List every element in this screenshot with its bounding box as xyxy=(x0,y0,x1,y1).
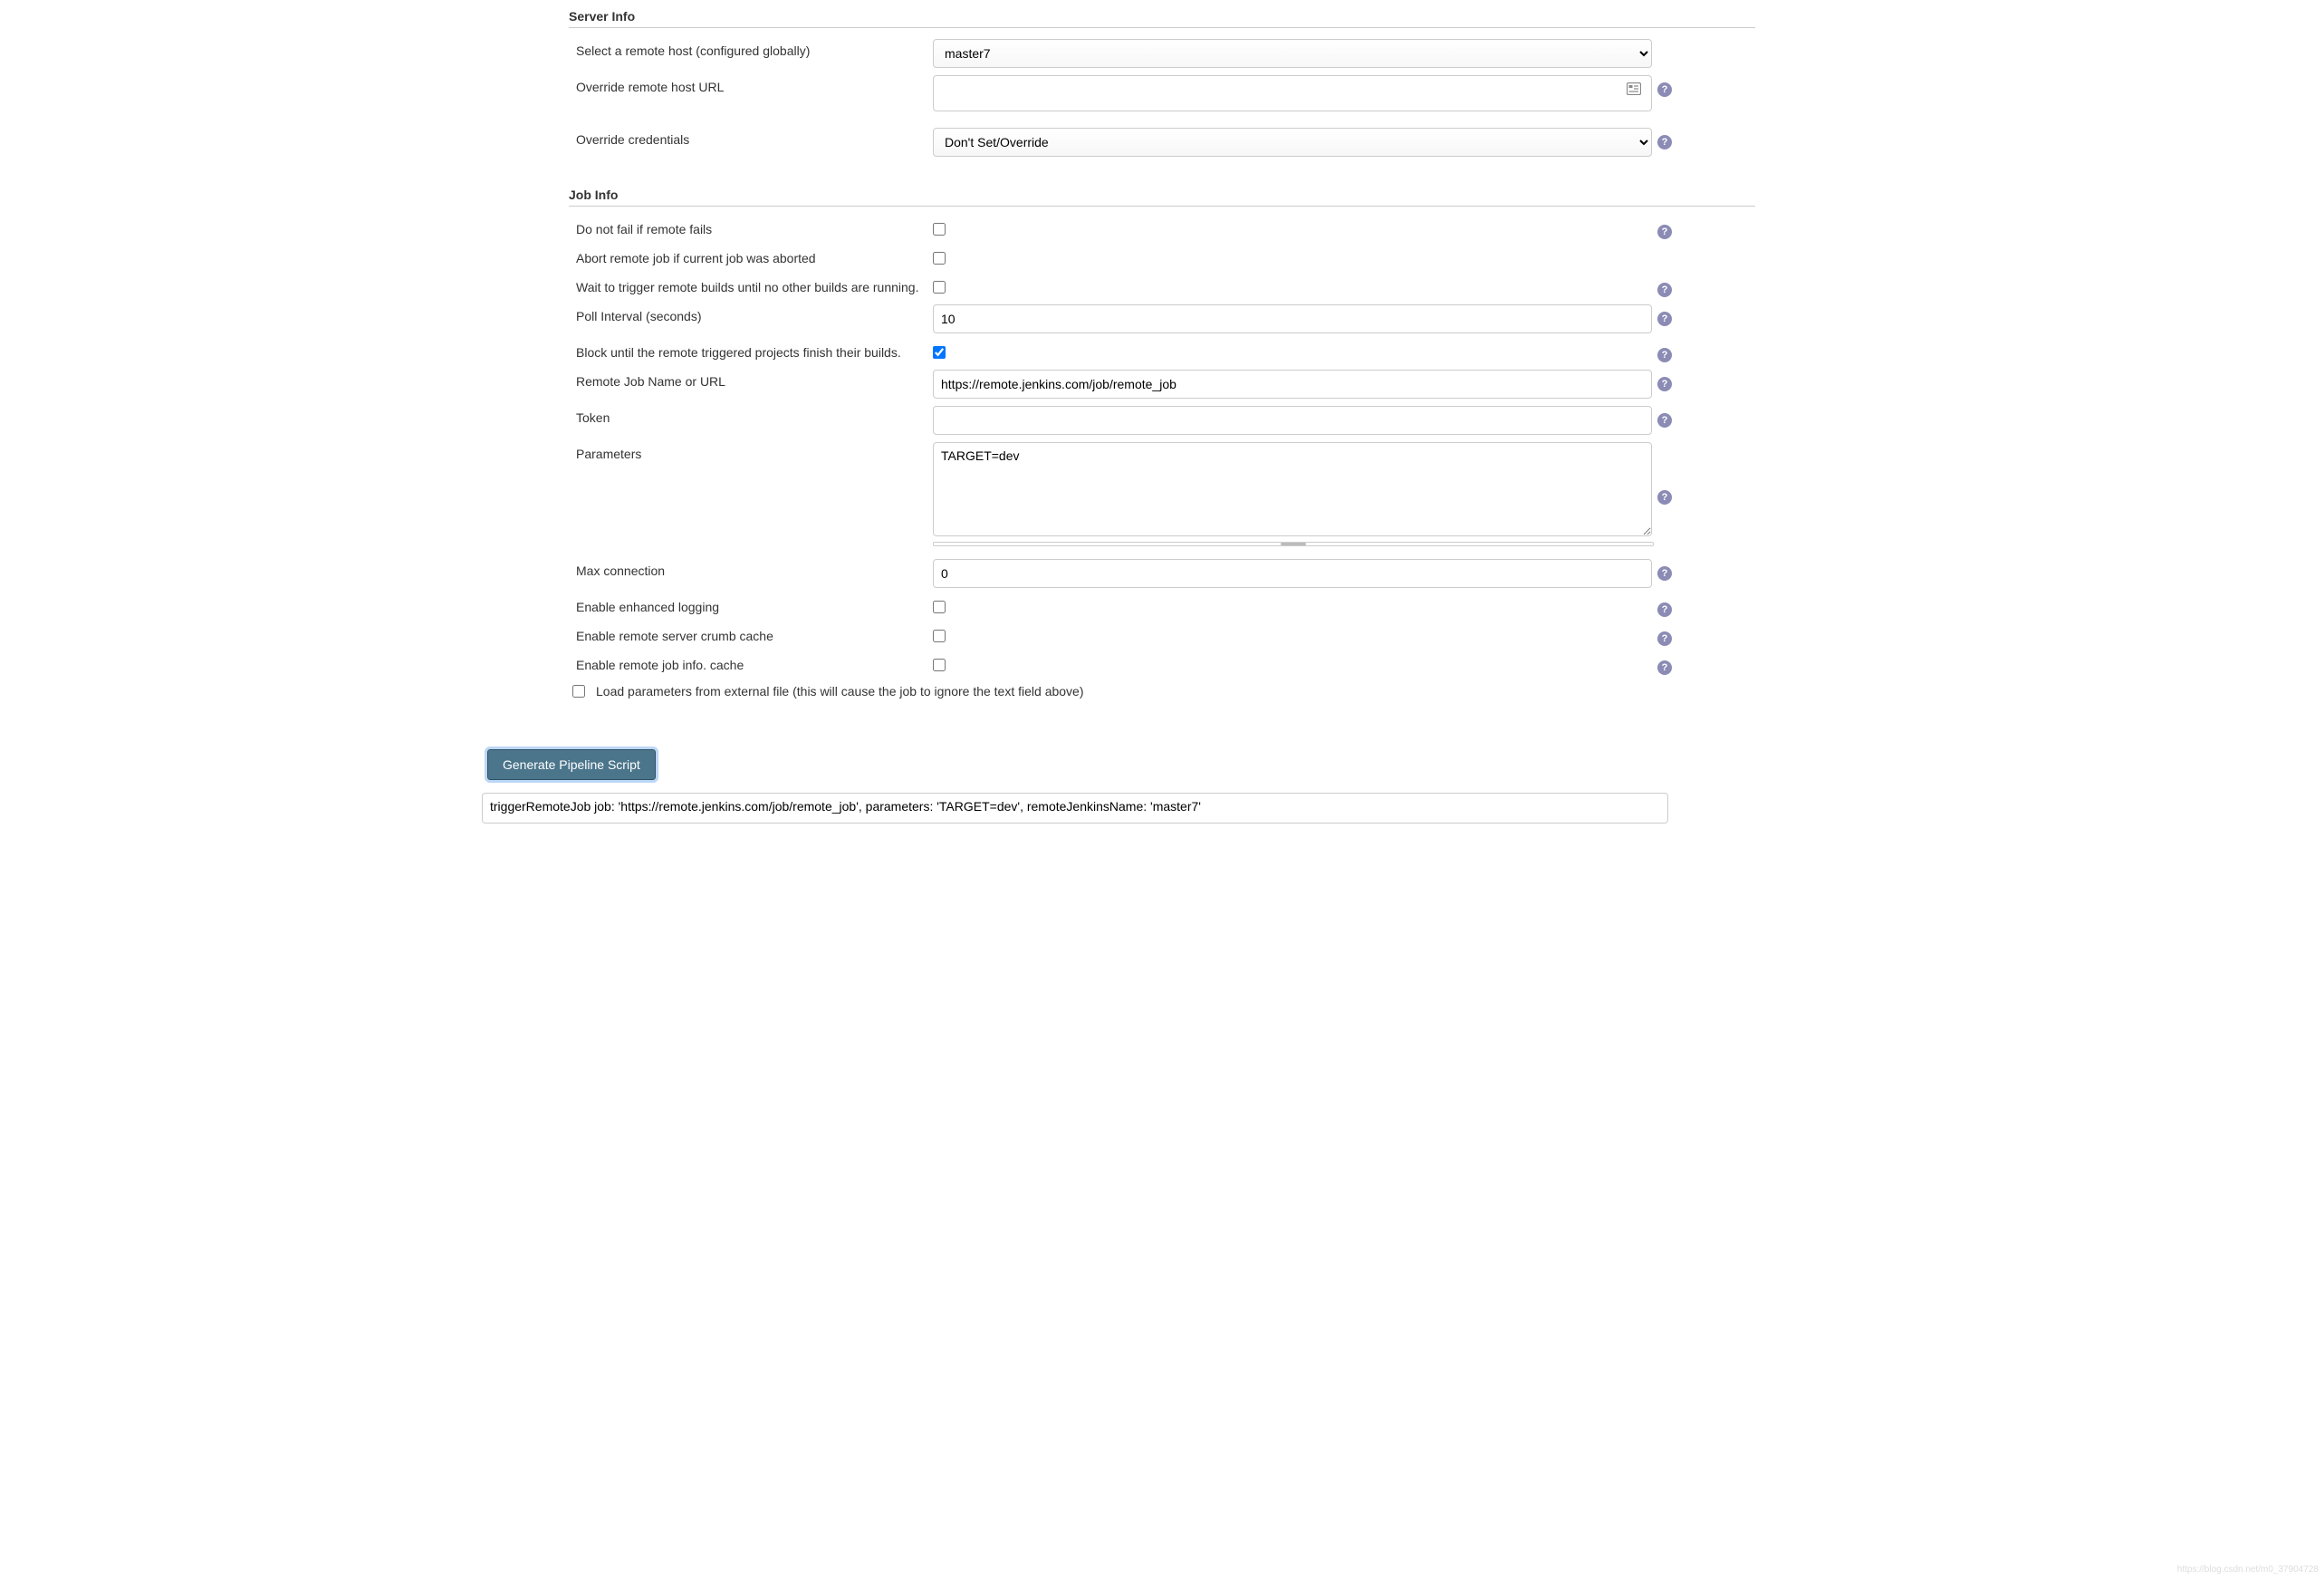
label-override-credentials: Override credentials xyxy=(576,128,933,149)
label-select-host: Select a remote host (configured globall… xyxy=(576,39,933,61)
checkbox-enhanced-logging[interactable] xyxy=(933,601,946,613)
resize-handle[interactable] xyxy=(933,542,1654,546)
row-crumb-cache: Enable remote server crumb cache ? xyxy=(576,621,1755,650)
row-wait-trigger: Wait to trigger remote builds until no o… xyxy=(576,272,1755,301)
help-icon[interactable]: ? xyxy=(1657,660,1672,675)
row-job-info-cache: Enable remote job info. cache ? xyxy=(576,650,1755,679)
generate-pipeline-script-button[interactable]: Generate Pipeline Script xyxy=(487,749,656,780)
select-override-credentials[interactable]: Don't Set/Override xyxy=(933,128,1652,157)
help-icon[interactable]: ? xyxy=(1657,377,1672,391)
label-abort-remote: Abort remote job if current job was abor… xyxy=(576,246,933,268)
help-icon[interactable]: ? xyxy=(1657,82,1672,97)
checkbox-wait-trigger[interactable] xyxy=(933,281,946,294)
row-parameters: Parameters TARGET=dev ? xyxy=(576,438,1755,550)
label-override-url: Override remote host URL xyxy=(576,75,933,97)
remote-job-name-input[interactable] xyxy=(933,370,1652,399)
label-wait-trigger: Wait to trigger remote builds until no o… xyxy=(576,275,933,297)
label-crumb-cache: Enable remote server crumb cache xyxy=(576,624,933,646)
help-icon[interactable]: ? xyxy=(1657,283,1672,297)
label-token: Token xyxy=(576,406,933,428)
section-title-job-info: Job Info xyxy=(569,188,1755,202)
pipeline-script-output[interactable]: triggerRemoteJob job: 'https://remote.je… xyxy=(482,793,1668,824)
section-divider xyxy=(569,206,1755,207)
label-enhanced-logging: Enable enhanced logging xyxy=(576,595,933,617)
help-icon[interactable]: ? xyxy=(1657,413,1672,428)
row-override-credentials: Override credentials Don't Set/Override … xyxy=(576,115,1755,160)
watermark-text: https://blog.csdn.net/m0_37904728 xyxy=(2177,1565,2319,1575)
help-icon[interactable]: ? xyxy=(1657,566,1672,581)
help-icon[interactable]: ? xyxy=(1657,225,1672,239)
label-parameters: Parameters xyxy=(576,442,933,464)
poll-interval-input[interactable] xyxy=(933,304,1652,333)
row-load-external: Load parameters from external file (this… xyxy=(569,679,1755,698)
row-poll-interval: Poll Interval (seconds) ? xyxy=(576,301,1755,337)
help-icon[interactable]: ? xyxy=(1657,135,1672,149)
label-poll-interval: Poll Interval (seconds) xyxy=(576,304,933,326)
label-job-info-cache: Enable remote job info. cache xyxy=(576,653,933,675)
help-icon[interactable]: ? xyxy=(1657,490,1672,505)
row-override-url: Override remote host URL ? xyxy=(576,72,1755,115)
label-remote-job-name: Remote Job Name or URL xyxy=(576,370,933,391)
label-max-connection: Max connection xyxy=(576,559,933,581)
help-icon[interactable]: ? xyxy=(1657,602,1672,617)
row-block-until: Block until the remote triggered project… xyxy=(576,337,1755,366)
label-load-external: Load parameters from external file (this… xyxy=(596,684,1084,698)
row-enhanced-logging: Enable enhanced logging ? xyxy=(576,592,1755,621)
section-divider xyxy=(569,27,1755,28)
checkbox-do-not-fail[interactable] xyxy=(933,223,946,236)
help-icon[interactable]: ? xyxy=(1657,631,1672,646)
label-block-until: Block until the remote triggered project… xyxy=(576,341,933,362)
row-remote-job-name: Remote Job Name or URL ? xyxy=(576,366,1755,402)
checkbox-load-external[interactable] xyxy=(572,685,585,698)
checkbox-block-until[interactable] xyxy=(933,346,946,359)
row-do-not-fail: Do not fail if remote fails ? xyxy=(576,214,1755,243)
label-do-not-fail: Do not fail if remote fails xyxy=(576,217,933,239)
row-max-connection: Max connection ? xyxy=(576,555,1755,592)
row-abort-remote: Abort remote job if current job was abor… xyxy=(576,243,1755,272)
parameters-textarea[interactable]: TARGET=dev xyxy=(933,442,1652,536)
checkbox-abort-remote[interactable] xyxy=(933,252,946,265)
token-input[interactable] xyxy=(933,406,1652,435)
checkbox-job-info-cache[interactable] xyxy=(933,659,946,671)
help-icon[interactable]: ? xyxy=(1657,312,1672,326)
section-title-server-info: Server Info xyxy=(569,9,1755,24)
override-url-input[interactable] xyxy=(933,75,1652,111)
max-connection-input[interactable] xyxy=(933,559,1652,588)
select-remote-host[interactable]: master7 xyxy=(933,39,1652,68)
row-select-host: Select a remote host (configured globall… xyxy=(576,35,1755,72)
help-icon[interactable]: ? xyxy=(1657,348,1672,362)
checkbox-crumb-cache[interactable] xyxy=(933,630,946,642)
row-token: Token ? xyxy=(576,402,1755,438)
